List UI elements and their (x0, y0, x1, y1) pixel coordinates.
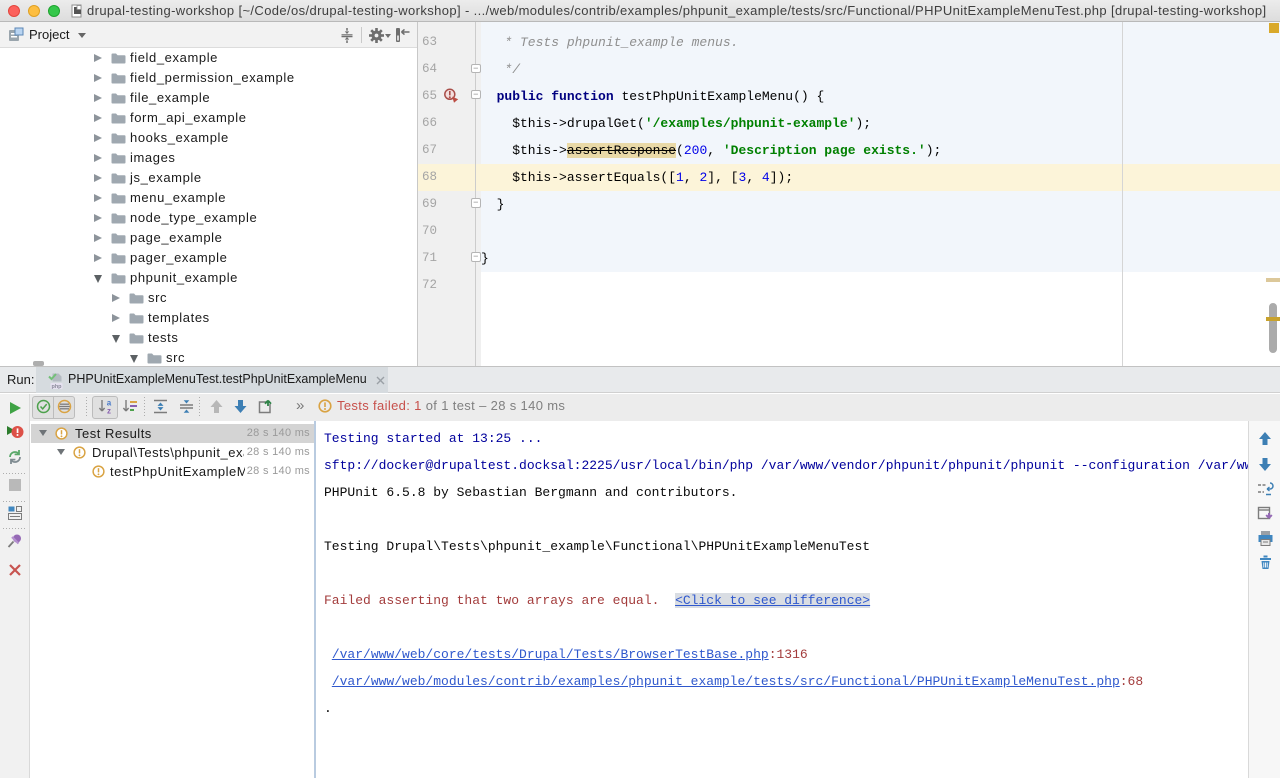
svg-text:php: php (51, 384, 62, 389)
svg-text:z: z (107, 407, 111, 416)
